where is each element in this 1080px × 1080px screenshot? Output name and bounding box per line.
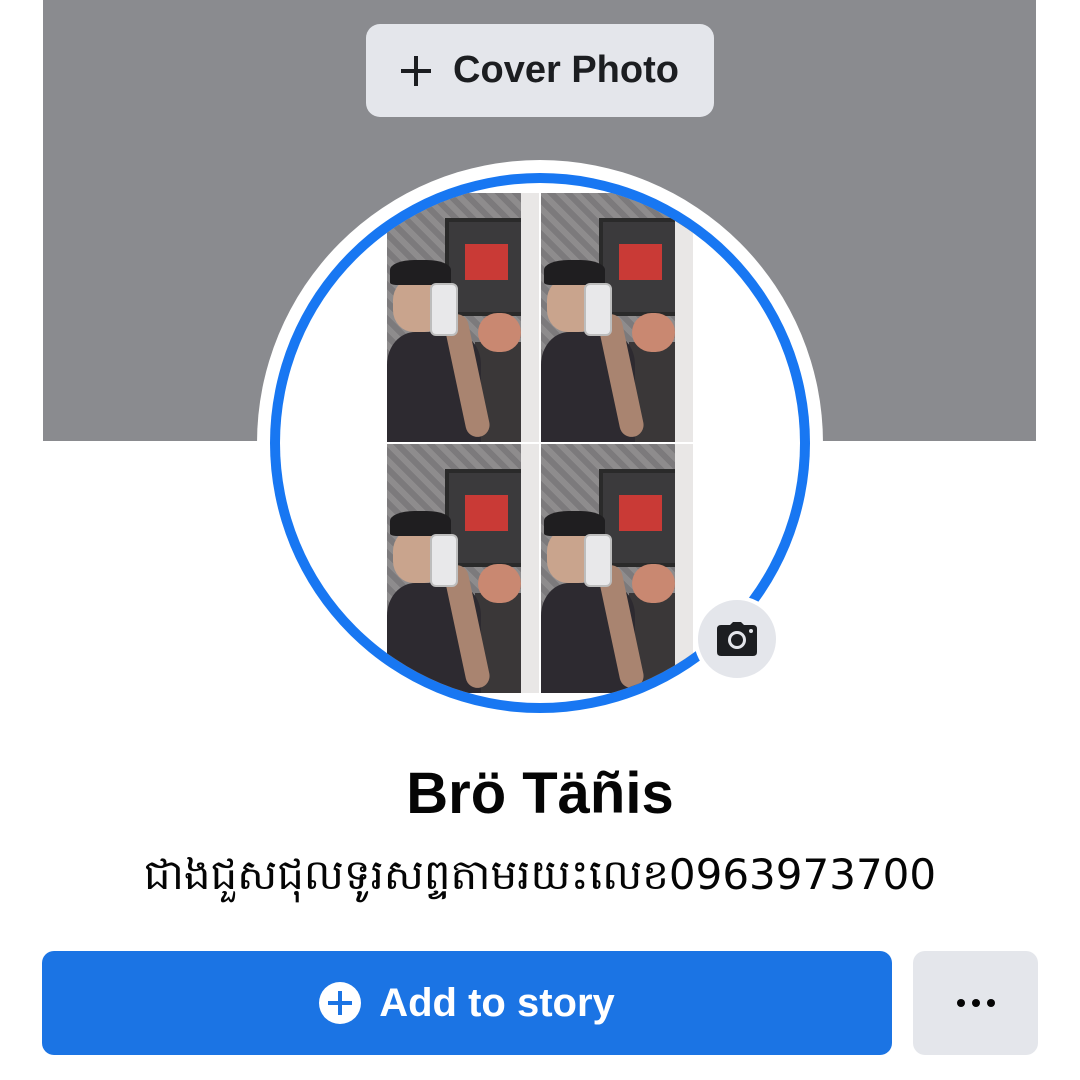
photo-tile: [541, 444, 693, 693]
camera-icon: [717, 622, 757, 656]
add-to-story-button[interactable]: Add to story: [42, 951, 892, 1055]
photo-tile: [387, 444, 539, 693]
more-horizontal-icon: [956, 999, 965, 1007]
profile-name: Brö Täñis: [406, 761, 674, 826]
profile-photo-collage: [387, 193, 693, 693]
add-to-story-label: Add to story: [379, 980, 615, 1025]
change-profile-picture-button[interactable]: [694, 596, 780, 682]
cover-photo-label: Cover Photo: [453, 49, 679, 91]
plus-circle-icon: [319, 982, 362, 1024]
more-options-button[interactable]: [913, 951, 1038, 1055]
plus-icon: [401, 55, 432, 86]
photo-tile: [387, 193, 539, 442]
profile-bio: ជាងជួសជុលទូរសព្ទតាមរយះលេខ0963973700: [143, 850, 937, 899]
add-cover-photo-button[interactable]: Cover Photo: [366, 24, 714, 117]
photo-tile: [541, 193, 693, 442]
